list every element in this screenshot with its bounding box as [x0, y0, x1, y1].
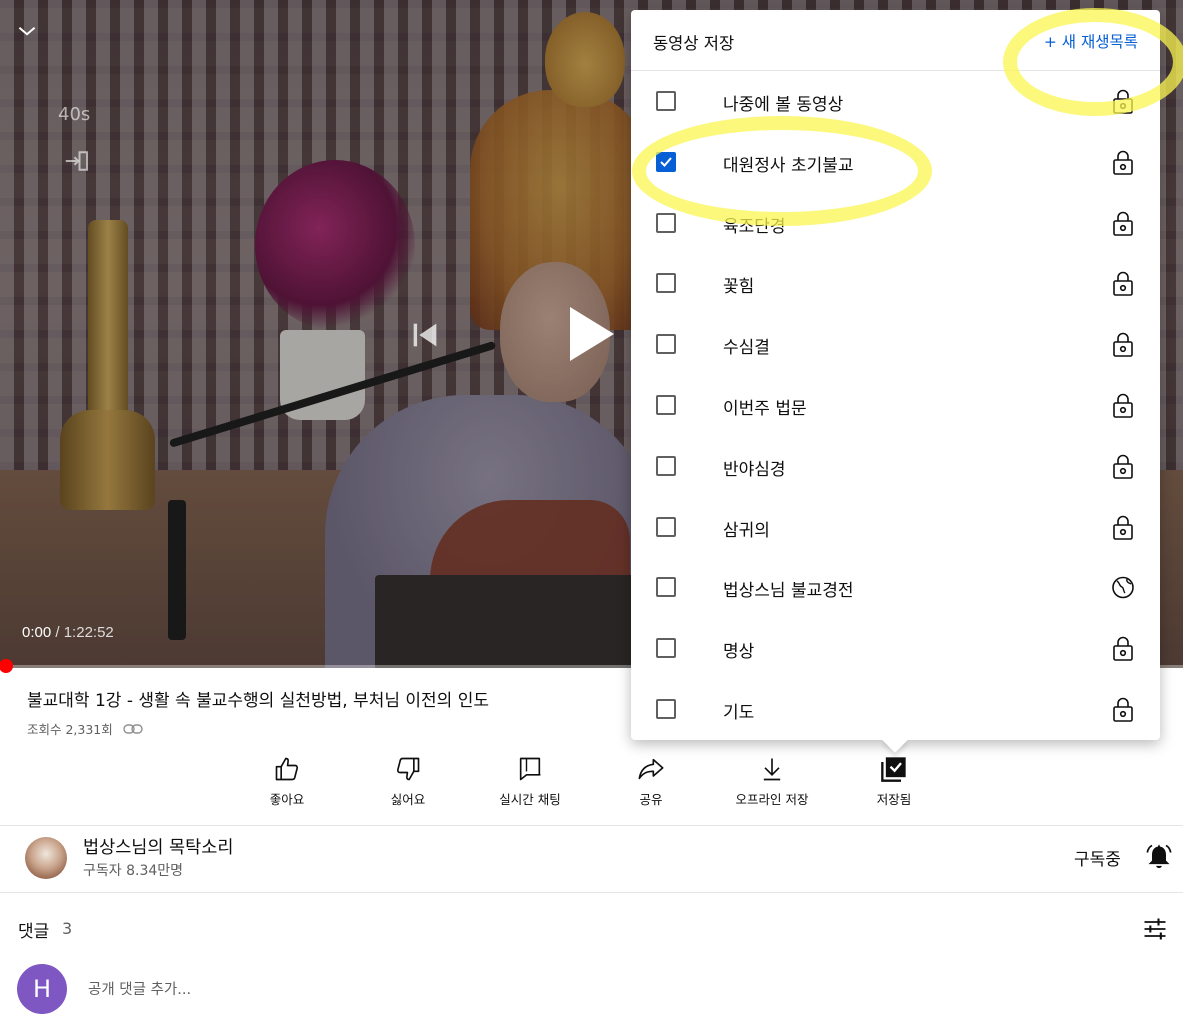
playlist-name: 명상 — [723, 642, 755, 663]
live-chat-button[interactable]: 실시간 채팅 — [475, 755, 585, 808]
playlist-row[interactable]: 대원정사 초기불교 — [631, 132, 1160, 193]
previous-icon[interactable] — [408, 318, 442, 352]
download-label: 오프라인 저장 — [735, 792, 809, 807]
sort-icon[interactable] — [1141, 915, 1169, 943]
playlist-row[interactable]: 수심결 — [631, 314, 1160, 375]
playlist-name: 대원정사 초기불교 — [723, 155, 854, 176]
new-playlist-button[interactable]: + 새 재생목록 — [1044, 30, 1138, 52]
playlist-row[interactable]: 법상스님 불교경전 — [631, 557, 1160, 618]
playlist-row[interactable]: 꽃힘 — [631, 253, 1160, 314]
save-button[interactable]: 저장됨 — [839, 755, 949, 808]
lock-icon — [1113, 393, 1133, 418]
chevron-down-icon[interactable] — [14, 18, 40, 44]
playlist-name: 나중에 볼 동영상 — [723, 95, 844, 115]
playlist-name: 법상스님 불교경전 — [723, 581, 854, 602]
dislike-button[interactable]: 싫어요 — [353, 755, 463, 808]
view-count: 조회수 2,331회 — [27, 722, 113, 737]
lock-icon — [1113, 89, 1133, 114]
playlist-checkbox[interactable] — [656, 455, 676, 476]
subscribed-button[interactable]: 구독중 — [1074, 845, 1121, 870]
lock-icon — [1113, 697, 1133, 722]
checkmark-icon — [660, 157, 672, 167]
dialog-header: 동영상 저장 + 새 재생목록 — [631, 10, 1160, 71]
time-display: 0:00 / 1:22:52 — [22, 624, 114, 641]
playlist-name: 수심결 — [723, 338, 770, 359]
subscriber-count: 구독자 8.34만명 — [83, 863, 184, 879]
thumb-up-icon — [275, 757, 299, 781]
playlist-name: 반야심경 — [723, 459, 786, 480]
playlist-checkbox[interactable] — [656, 91, 676, 111]
playlist-checkbox[interactable] — [656, 699, 676, 719]
video-title: 불교대학 1강 - 생활 속 불교수행의 실천방법, 부처님 이전의 인도 — [27, 691, 489, 711]
playlist-checkbox[interactable] — [656, 577, 676, 598]
thumb-down-icon — [396, 757, 420, 781]
like-button[interactable]: 좋아요 — [232, 755, 342, 808]
share-button[interactable]: 공유 — [596, 755, 706, 808]
duration: 1:22:52 — [63, 624, 114, 641]
playlist-name: 꽃힘 — [723, 277, 755, 298]
share-label: 공유 — [639, 792, 663, 807]
globe-icon — [1112, 577, 1134, 599]
link-icon[interactable] — [123, 723, 143, 735]
playlist-name: 이번주 법문 — [723, 399, 807, 419]
comments-count: 3 — [62, 919, 73, 938]
playlist-row[interactable]: 삼귀의 — [631, 497, 1160, 558]
saved-playlist-icon — [881, 757, 906, 782]
like-label: 좋아요 — [269, 792, 305, 807]
bell-icon[interactable] — [1145, 842, 1173, 870]
lock-icon — [1113, 211, 1133, 236]
playlist-checkbox[interactable] — [656, 212, 676, 233]
playlist-checkbox[interactable] — [656, 516, 676, 537]
playlist-row[interactable]: 기도 — [631, 679, 1160, 740]
download-button[interactable]: 오프라인 저장 — [717, 755, 827, 808]
divider — [0, 892, 1183, 893]
play-icon[interactable] — [566, 305, 616, 363]
playlist-name: 기도 — [723, 703, 755, 723]
dislike-label: 싫어요 — [390, 792, 426, 807]
dialog-title: 동영상 저장 — [653, 34, 735, 53]
lock-icon — [1113, 332, 1133, 357]
current-time: 0:00 — [22, 624, 52, 641]
playlist-row[interactable]: 나중에 볼 동영상 — [631, 71, 1160, 132]
time-separator: / — [55, 624, 60, 641]
skip-forward-icon — [65, 151, 88, 171]
save-label: 저장됨 — [876, 792, 912, 807]
lock-icon — [1113, 272, 1133, 297]
save-to-playlist-dialog: 동영상 저장 + 새 재생목록 나중에 볼 동영상대원정사 초기불교육조단경꽃힘… — [631, 10, 1160, 753]
playlist-checkbox[interactable] — [656, 395, 676, 415]
playlist-checkbox[interactable] — [656, 638, 676, 659]
playlist-name: 삼귀의 — [723, 520, 770, 541]
playlist-row[interactable]: 명상 — [631, 618, 1160, 679]
progress-scrubber[interactable] — [0, 659, 13, 673]
comments-heading: 댓글 — [18, 922, 50, 942]
playlist-row[interactable]: 이번주 법문 — [631, 375, 1160, 436]
playlist-checkbox[interactable] — [656, 151, 676, 172]
playlist-checkbox[interactable] — [656, 334, 676, 355]
channel-name[interactable]: 법상스님의 목탁소리 — [83, 834, 233, 859]
playlist-row[interactable]: 육조단경 — [631, 193, 1160, 254]
share-icon — [638, 758, 664, 780]
lock-icon — [1113, 515, 1133, 540]
playlist-row[interactable]: 반야심경 — [631, 436, 1160, 497]
video-meta: 조회수 2,331회 — [27, 719, 143, 738]
lock-icon — [1113, 150, 1133, 175]
chat-icon — [519, 757, 541, 781]
user-avatar[interactable]: H — [17, 964, 67, 1014]
comment-input[interactable]: 공개 댓글 추가... — [88, 978, 191, 999]
lock-icon — [1113, 636, 1133, 661]
divider — [0, 825, 1183, 826]
download-icon — [763, 758, 781, 781]
playlist-checkbox[interactable] — [656, 273, 676, 294]
playlist-name: 육조단경 — [723, 216, 786, 237]
lock-icon — [1113, 454, 1133, 479]
live-chat-label: 실시간 채팅 — [499, 792, 561, 807]
channel-avatar[interactable] — [25, 837, 67, 879]
seek-hint-label: 40s — [58, 104, 91, 125]
